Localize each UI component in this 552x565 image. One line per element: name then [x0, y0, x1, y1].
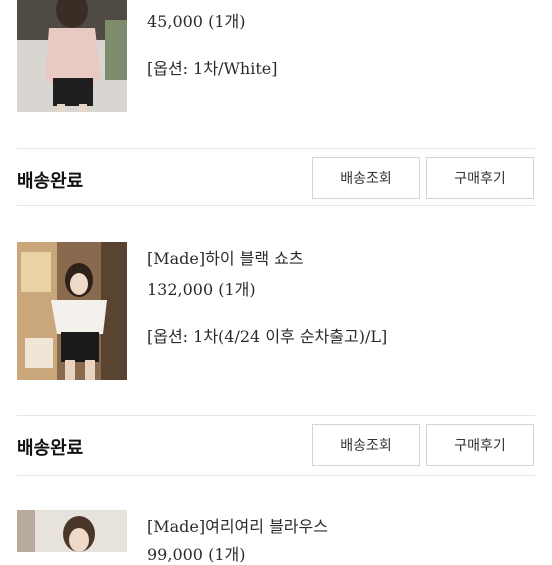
product-price: 99,000 (1개): [147, 545, 246, 564]
write-review-button[interactable]: 구매후기: [426, 157, 534, 199]
product-option: [옵션: 1차/White]: [147, 59, 278, 78]
track-delivery-button[interactable]: 배송조회: [312, 424, 420, 466]
order-status: 배송완료: [17, 171, 84, 192]
track-delivery-button[interactable]: 배송조회: [312, 157, 420, 199]
product-thumbnail[interactable]: [17, 510, 127, 552]
product-name[interactable]: [Made]여리여리 블라우스: [147, 513, 328, 537]
write-review-button[interactable]: 구매후기: [426, 424, 534, 466]
product-thumbnail[interactable]: [17, 0, 127, 112]
order-divider: [17, 475, 535, 476]
order-divider: [17, 148, 535, 149]
order-divider: [17, 205, 535, 206]
product-thumbnail[interactable]: [17, 242, 127, 380]
order-status: 배송완료: [17, 438, 84, 459]
product-name[interactable]: [Made]하이 블랙 쇼츠: [147, 245, 304, 269]
product-option: [옵션: 1차(4/24 이후 순차출고)/L]: [147, 327, 388, 346]
product-price: 45,000 (1개): [147, 12, 246, 31]
product-price: 132,000 (1개): [147, 280, 256, 299]
order-divider: [17, 415, 535, 416]
